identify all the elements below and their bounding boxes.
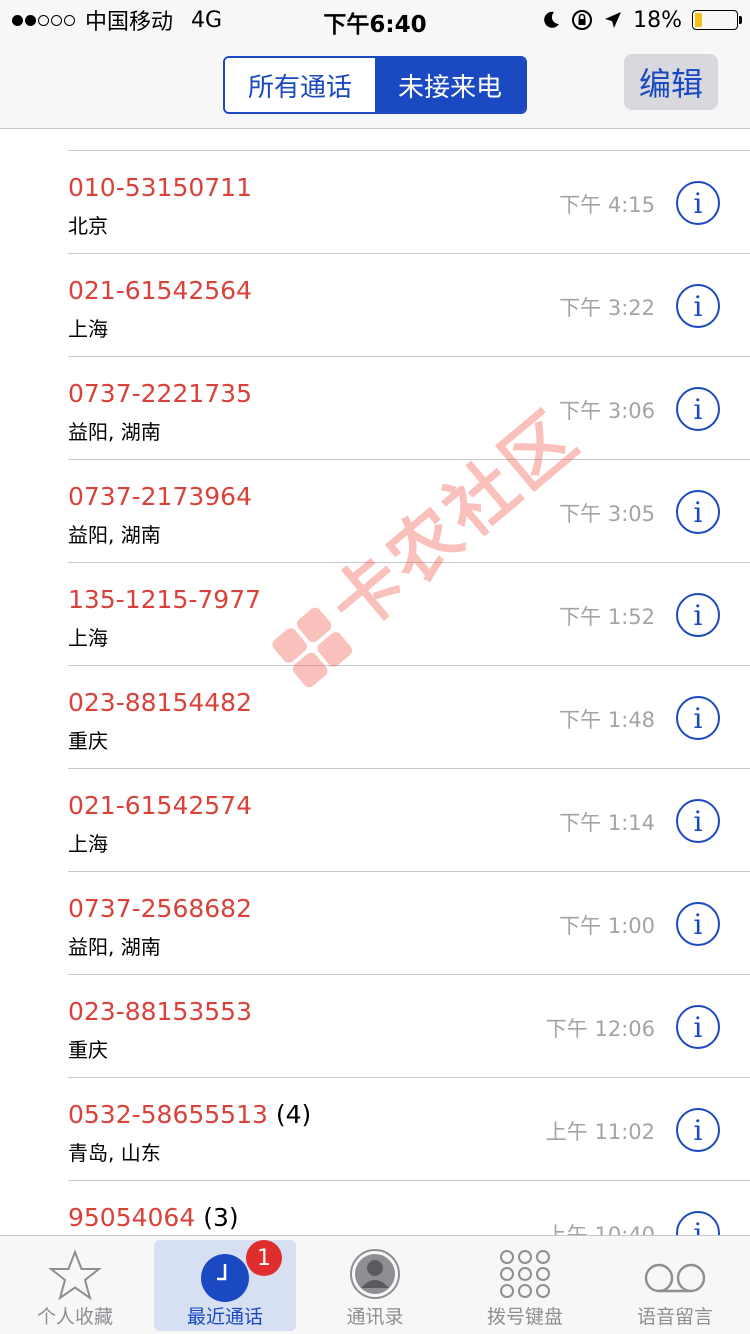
call-row[interactable]: 021-61542574 上海 下午 1:14 i [0,769,750,872]
caller-location: 重庆 [68,729,108,753]
call-time: 下午 12:06 [545,1017,655,1041]
info-icon[interactable]: i [676,181,720,225]
voicemail-icon [644,1263,706,1293]
phone-number: 135-1215-7977 [68,585,262,614]
nav-bar: 所有通话 未接来电 编辑 [0,40,750,129]
call-row[interactable]: 010-53150711 北京 下午 4:15 i [0,151,750,254]
call-time: 下午 1:00 [559,914,655,938]
call-row[interactable]: 95054064 (3) 上午 10:40 i [0,1181,750,1235]
call-time: 下午 3:06 [559,399,655,423]
tab-label: 最近通话 [186,1306,263,1328]
call-time: 下午 3:05 [559,502,655,526]
phone-number: 023-88154482 [68,688,252,717]
caller-number: 023-88153553 [68,997,252,1026]
caller-location: 上海 [68,317,108,341]
caller-number: 021-61542574 [68,791,252,820]
phone-number: 0737-2173964 [68,482,252,511]
call-row[interactable]: 0737-2173964 益阳, 湖南 下午 3:05 i [0,460,750,563]
caller-number: 021-61542564 [68,276,252,305]
call-count: (3) [203,1203,239,1232]
battery-percent: 18% [633,7,682,33]
tab-bar: 个人收藏 1 最近通话 通讯录 拨号键盘 语音留言 [0,1235,750,1334]
edit-button[interactable]: 编辑 [624,54,718,110]
call-filter-segmented-control: 所有通话 未接来电 [223,56,527,114]
caller-location: 重庆 [68,1038,108,1062]
phone-number: 021-61542564 [68,276,252,305]
keypad-icon [500,1250,550,1298]
caller-location: 益阳, 湖南 [68,935,161,959]
caller-location: 益阳, 湖南 [68,420,161,444]
missed-count-badge: 1 [246,1240,282,1276]
call-row[interactable]: 023-88154482 重庆 下午 1:48 i [0,666,750,769]
caller-number: 0737-2173964 [68,482,252,511]
call-row[interactable]: 0532-58655513 (4) 青岛, 山东 上午 11:02 i [0,1078,750,1181]
call-row[interactable]: 021-61542564 上海 下午 3:22 i [0,254,750,357]
call-time: 下午 4:15 [559,193,655,217]
caller-location: 上海 [68,832,108,856]
caller-number: 95054064 (3) [68,1203,239,1232]
call-time: 下午 3:22 [559,296,655,320]
segment-missed-calls[interactable]: 未接来电 [375,58,525,112]
tab-label: 拨号键盘 [486,1306,563,1328]
rotation-lock-icon [572,10,593,30]
call-count: (4) [275,1100,312,1129]
phone-number: 023-88153553 [68,997,252,1026]
status-bar: 中国移动 4G 下午6:40 18% [0,0,750,40]
caller-number: 135-1215-7977 [68,585,261,614]
call-time: 上午 11:02 [545,1120,655,1144]
tab-label: 个人收藏 [36,1306,113,1328]
call-time: 下午 1:14 [559,811,655,835]
location-arrow-icon [605,12,622,28]
info-icon[interactable]: i [676,1211,720,1235]
info-icon[interactable]: i [676,387,720,431]
segment-all-calls[interactable]: 所有通话 [225,58,375,112]
tab-favorites[interactable]: 个人收藏 [4,1240,146,1331]
caller-number: 010-53150711 [68,173,252,202]
moon-icon [544,11,560,28]
phone-number: 0532-58655513 [68,1100,268,1129]
call-row[interactable]: 023-88153553 重庆 下午 12:06 i [0,975,750,1078]
phone-number: 010-53150711 [68,173,252,202]
info-icon[interactable]: i [676,593,720,637]
caller-location: 北京 [68,214,108,238]
tab-voicemail[interactable]: 语音留言 [604,1240,746,1331]
info-icon[interactable]: i [676,799,720,843]
contact-icon [350,1249,400,1299]
caller-location: 益阳, 湖南 [68,523,161,547]
status-right: 18% [541,6,742,34]
caller-number: 023-88154482 [68,688,252,717]
info-icon[interactable]: i [676,696,720,740]
caller-location: 上海 [68,626,108,650]
battery-icon [692,10,742,30]
call-row[interactable]: 135-1215-7977 上海 下午 1:52 i [0,563,750,666]
clock-icon [201,1254,249,1302]
phone-number: 0737-2568682 [68,894,252,923]
phone-number: 0737-2221735 [68,379,252,408]
info-icon[interactable]: i [676,1005,720,1049]
tab-contacts[interactable]: 通讯录 [304,1240,446,1331]
info-icon[interactable]: i [676,490,720,534]
tab-label: 通讯录 [346,1306,404,1328]
info-icon[interactable]: i [676,902,720,946]
phone-number: 021-61542574 [68,791,252,820]
caller-number: 0737-2221735 [68,379,252,408]
call-time: 下午 1:52 [559,605,655,629]
caller-number: 0737-2568682 [68,894,252,923]
info-icon[interactable]: i [676,284,720,328]
caller-number: 0532-58655513 (4) [68,1100,311,1129]
info-icon[interactable]: i [676,1108,720,1152]
call-row[interactable]: 0737-2568682 益阳, 湖南 下午 1:00 i [0,872,750,975]
call-time: 上午 10:40 [545,1223,655,1235]
battery-level [695,13,703,27]
phone-number: 95054064 [68,1203,196,1232]
tab-label: 语音留言 [636,1306,713,1328]
star-icon [48,1249,102,1301]
tab-recents[interactable]: 1 最近通话 [154,1240,296,1331]
call-row[interactable]: 0737-2221735 益阳, 湖南 下午 3:06 i [0,357,750,460]
call-time: 下午 1:48 [559,708,655,732]
tab-keypad[interactable]: 拨号键盘 [454,1240,596,1331]
caller-location: 青岛, 山东 [68,1141,161,1165]
recent-calls-list: 010-53150711 北京 下午 4:15 i 021-61542564 上海 下午 3… [0,150,750,1235]
